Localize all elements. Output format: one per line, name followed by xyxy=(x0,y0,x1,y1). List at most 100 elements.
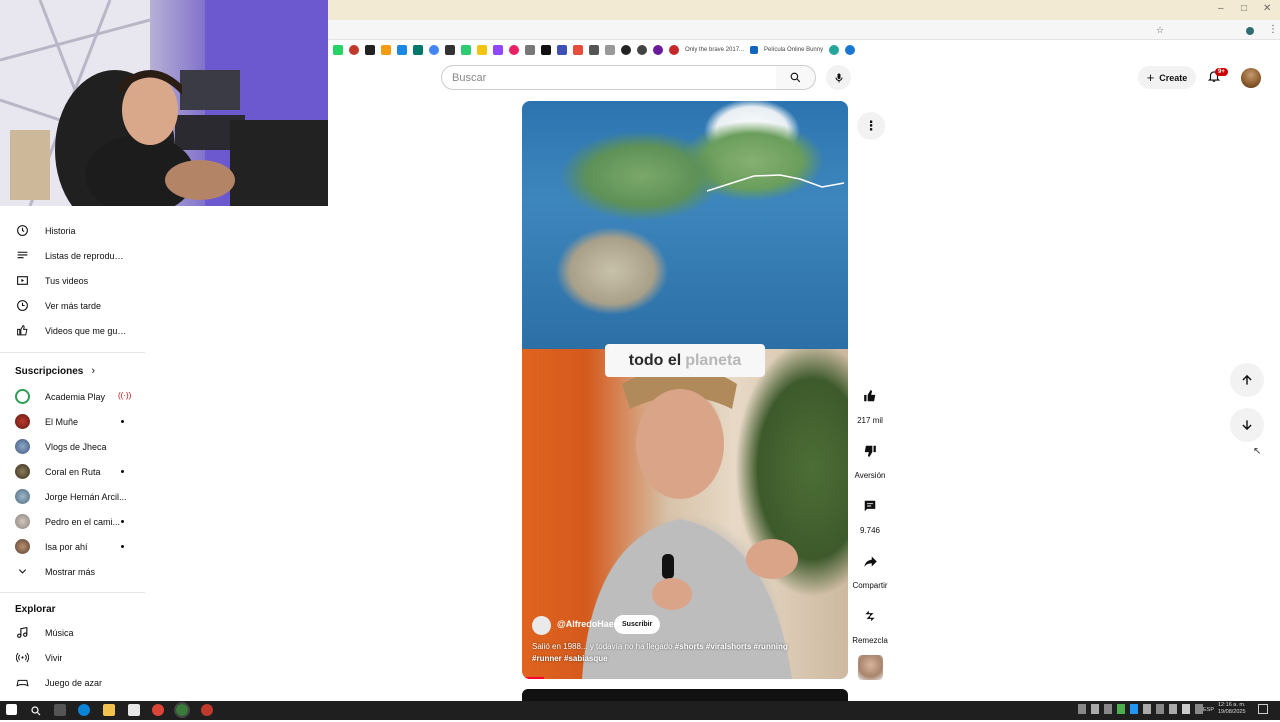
like-button[interactable]: 217 mil xyxy=(846,382,894,425)
sidebar-item-label: Videos que me gus... xyxy=(45,325,128,336)
tray-icon[interactable] xyxy=(1117,704,1125,714)
more-options-button[interactable]: ⋮ xyxy=(857,112,885,140)
sidebar-item-watch-later[interactable]: Ver más tarde xyxy=(0,293,145,318)
sidebar-item-gaming[interactable]: Juego de azar xyxy=(0,670,145,695)
search-icon[interactable] xyxy=(30,704,42,716)
hashtags[interactable]: #runner #sabiasque xyxy=(532,654,608,663)
subscriptions-heading[interactable]: Suscripciones › xyxy=(15,365,95,377)
bookmark-icon[interactable] xyxy=(621,45,631,55)
search-button[interactable] xyxy=(776,65,816,90)
bookmark-label[interactable]: Only the brave 2017... xyxy=(685,47,744,53)
subscribe-button[interactable]: Suscribir xyxy=(614,615,661,634)
tray-icon[interactable] xyxy=(1091,704,1099,714)
comments-button[interactable]: 9.746 xyxy=(846,492,894,535)
profile-icon[interactable] xyxy=(1246,27,1254,35)
create-button[interactable]: + Create xyxy=(1138,66,1196,89)
bookmark-icon[interactable] xyxy=(461,45,471,55)
bookmark-icon[interactable] xyxy=(557,45,567,55)
previous-short-button[interactable] xyxy=(1230,363,1264,397)
next-short-preview[interactable] xyxy=(522,689,848,701)
bookmark-whatsapp-icon[interactable] xyxy=(333,45,343,55)
browser-menu-icon[interactable]: ⋮ xyxy=(1268,24,1278,35)
sidebar-channel[interactable]: Pedro en el cami... xyxy=(0,509,145,534)
sidebar-channel[interactable]: Vlogs de Jheca xyxy=(0,434,145,459)
show-more-button[interactable]: Mostrar más xyxy=(0,559,145,584)
audio-source-thumbnail[interactable] xyxy=(858,655,883,680)
sidebar-channel[interactable]: Coral en Ruta xyxy=(0,459,145,484)
bookmark-icon[interactable] xyxy=(589,45,599,55)
channel-name[interactable]: @AlfredoHae xyxy=(557,619,614,629)
bookmark-label[interactable]: Película Online Bunny xyxy=(764,47,823,53)
bookmark-icon[interactable] xyxy=(413,45,423,55)
bookmark-icon[interactable] xyxy=(573,45,583,55)
bookmark-icon[interactable] xyxy=(477,45,487,55)
network-icon[interactable] xyxy=(1169,704,1177,714)
clock[interactable]: 12:16 a. m. 19/08/2025 xyxy=(1218,702,1246,716)
bookmark-icon[interactable] xyxy=(445,45,455,55)
sidebar-channel[interactable]: Academia Play ((·)) xyxy=(0,384,145,409)
next-short-button[interactable] xyxy=(1230,408,1264,442)
maximize-icon[interactable]: □ xyxy=(1241,3,1247,14)
sidebar-channel[interactable]: Jorge Hernán Arcil... xyxy=(0,484,145,509)
edge-browser-icon[interactable] xyxy=(78,704,90,716)
short-video-player[interactable]: todo el planeta @AlfredoHae Suscribir Sa… xyxy=(522,101,848,679)
bluetooth-icon[interactable] xyxy=(1130,704,1138,714)
bookmark-icon[interactable] xyxy=(845,45,856,55)
minimize-icon[interactable]: – xyxy=(1218,3,1224,14)
bookmark-icon[interactable] xyxy=(637,45,647,55)
bookmark-icon[interactable] xyxy=(541,45,551,55)
bookmark-star-icon[interactable]: ☆ xyxy=(1156,25,1164,36)
bookmark-icon[interactable] xyxy=(750,46,759,54)
tray-icon[interactable] xyxy=(1143,704,1151,714)
bookmark-icon[interactable] xyxy=(509,45,519,55)
remix-button[interactable]: Remezcla xyxy=(846,602,894,645)
sidebar-item-music[interactable]: Música xyxy=(0,620,145,645)
hashtags[interactable]: #shorts #viralshorts #running xyxy=(675,642,788,651)
sidebar-item-history[interactable]: Historia xyxy=(0,218,145,243)
sidebar-divider xyxy=(0,352,145,353)
progress-bar[interactable] xyxy=(522,677,544,679)
store-icon[interactable] xyxy=(128,704,140,716)
bookmark-icon[interactable] xyxy=(605,45,615,55)
channel-name: Academia Play xyxy=(45,391,106,402)
sidebar-channel[interactable]: Isa por ahí xyxy=(0,534,145,559)
obs-icon[interactable] xyxy=(201,704,213,716)
chrome-active-icon[interactable] xyxy=(174,702,190,718)
tray-icon[interactable] xyxy=(1156,704,1164,714)
bookmark-icon[interactable] xyxy=(653,45,663,55)
search-input[interactable]: Buscar xyxy=(441,65,777,90)
sidebar-item-live[interactable]: Vivir xyxy=(0,645,145,670)
avatar[interactable] xyxy=(1241,68,1261,88)
file-explorer-icon[interactable] xyxy=(103,704,115,716)
comment-count: 9.746 xyxy=(859,526,881,535)
video-description[interactable]: Salió en 1988... y todavía no ha llegado… xyxy=(532,641,832,665)
sidebar-channel[interactable]: El Muñe xyxy=(0,409,145,434)
dislike-button[interactable]: Aversión xyxy=(846,437,894,480)
bookmark-icon[interactable] xyxy=(525,45,535,55)
bookmark-icon[interactable] xyxy=(397,45,407,55)
sidebar-item-your-videos[interactable]: Tus videos xyxy=(0,268,145,293)
tray-icon[interactable] xyxy=(1078,704,1086,714)
chrome-icon[interactable] xyxy=(152,704,164,716)
bookmark-icon[interactable] xyxy=(365,45,375,55)
bookmark-icon[interactable] xyxy=(381,45,391,55)
bookmark-icon[interactable] xyxy=(829,45,840,55)
sidebar-item-liked-videos[interactable]: Videos que me gus... xyxy=(0,318,145,343)
volume-icon[interactable] xyxy=(1182,704,1190,714)
voice-search-button[interactable] xyxy=(826,65,851,90)
channel-avatar[interactable] xyxy=(532,616,551,635)
close-icon[interactable]: ✕ xyxy=(1263,3,1271,14)
new-content-dot xyxy=(121,470,124,473)
bookmark-icon[interactable] xyxy=(429,45,439,55)
windows-start-icon[interactable] xyxy=(6,704,17,715)
keyboard-language[interactable]: ESP xyxy=(1203,707,1214,713)
tray-icon[interactable] xyxy=(1195,704,1203,714)
bookmark-icon[interactable] xyxy=(669,45,679,55)
bookmark-twitch-icon[interactable] xyxy=(493,45,503,55)
tray-icon[interactable] xyxy=(1104,704,1112,714)
sidebar-item-playlists[interactable]: Listas de reproducc... xyxy=(0,243,145,268)
bookmark-icon[interactable] xyxy=(349,45,359,55)
share-button[interactable]: Compartir xyxy=(846,547,894,590)
task-view-icon[interactable] xyxy=(54,704,66,716)
notification-center-icon[interactable] xyxy=(1258,704,1268,714)
